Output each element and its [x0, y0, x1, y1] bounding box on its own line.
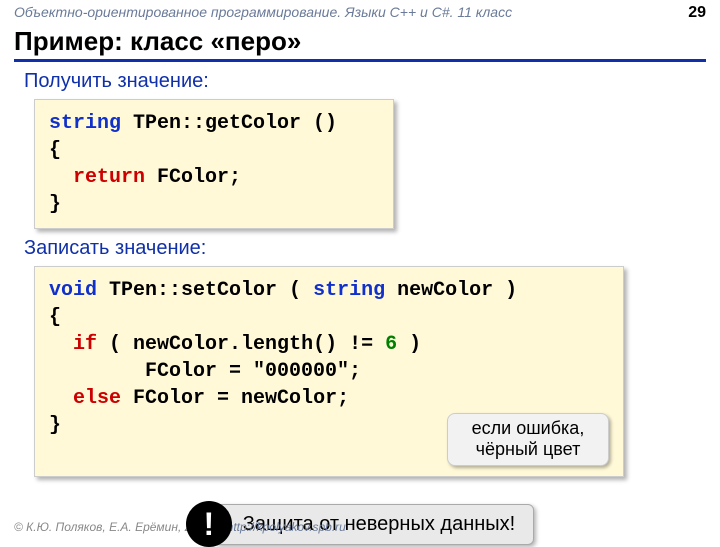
- brace-close: }: [49, 193, 61, 216]
- setter-sig-a: TPen::setColor (: [97, 279, 313, 302]
- footer: © К.Ю. Поляков, Е.А. Ерёмин, 2014 http:/…: [14, 520, 346, 534]
- section-get-label: Получить значение:: [24, 70, 720, 93]
- if-cond-b: ): [397, 333, 421, 356]
- kw-void: void: [49, 279, 97, 302]
- slide-title: Пример: класс «перо»: [14, 26, 706, 62]
- assign-black: FColor = "000000";: [49, 360, 361, 383]
- footer-url: http://kpolyakov.spb.ru: [227, 520, 346, 534]
- code-getter: string TPen::getColor () { return FColor…: [34, 99, 394, 229]
- kw-return: return: [73, 166, 145, 189]
- page-number: 29: [688, 4, 706, 22]
- exclamation-icon: !: [186, 501, 232, 547]
- kw-if: if: [73, 333, 97, 356]
- assign-new: FColor = newColor;: [121, 387, 349, 410]
- literal-6: 6: [385, 333, 397, 356]
- footer-authors: © К.Ю. Поляков, Е.А. Ерёмин, 2014: [14, 520, 211, 534]
- course-title: Объектно-ориентированное программировани…: [14, 4, 512, 20]
- brace-open: {: [49, 139, 61, 162]
- brace-close-2: }: [49, 414, 61, 437]
- error-note: если ошибка, чёрный цвет: [447, 413, 609, 466]
- section-set-label: Записать значение:: [24, 237, 720, 260]
- if-cond-a: ( newColor.length() !=: [97, 333, 385, 356]
- kw-else: else: [73, 387, 121, 410]
- code-setter: void TPen::setColor ( string newColor ) …: [34, 266, 624, 477]
- getter-sig: TPen::getColor (): [121, 112, 337, 135]
- getter-ret: FColor;: [145, 166, 241, 189]
- kw-string: string: [49, 112, 121, 135]
- setter-sig-c: newColor ): [385, 279, 517, 302]
- note-line1: если ошибка,: [472, 418, 585, 438]
- kw-string-2: string: [313, 279, 385, 302]
- brace-open-2: {: [49, 306, 61, 329]
- note-line2: чёрный цвет: [476, 439, 581, 459]
